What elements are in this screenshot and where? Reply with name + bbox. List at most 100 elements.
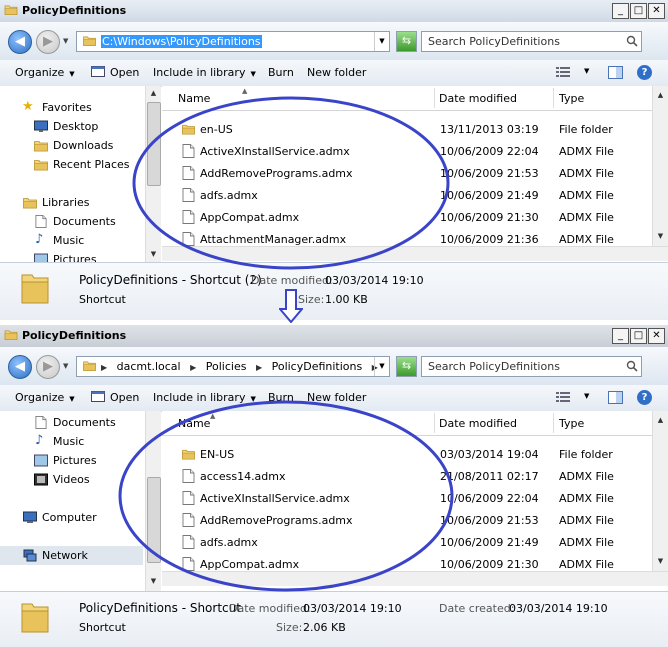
file-icon [182, 144, 195, 158]
burn-button[interactable]: Burn [268, 66, 294, 79]
column-divider[interactable] [553, 413, 554, 433]
maximize-button[interactable]: □ [630, 328, 647, 344]
nav-downloads[interactable]: Downloads [0, 136, 143, 155]
change-view-icon[interactable] [556, 392, 570, 403]
view-dropdown[interactable]: ▼ [584, 67, 589, 75]
nav-libraries[interactable]: Libraries [0, 193, 143, 212]
scroll-up-icon[interactable]: ▲ [653, 88, 668, 103]
table-row[interactable]: adfs.admx 10/06/2009 21:49 ADMX File [162, 531, 652, 553]
nav-pictures[interactable]: Pictures [0, 250, 143, 262]
nav-music[interactable]: ♪ Music [0, 432, 143, 451]
nav-pictures[interactable]: Pictures [0, 451, 143, 470]
column-divider[interactable] [553, 88, 554, 108]
column-type[interactable]: Type [559, 417, 584, 430]
list-scrollbar[interactable]: ▲ ▼ [652, 86, 668, 246]
nav-network[interactable]: Network [0, 546, 143, 565]
search-icon[interactable] [626, 35, 638, 47]
table-row[interactable]: AppCompat.admx 10/06/2009 21:30 ADMX File [162, 206, 652, 228]
address-field[interactable]: ▶ dacmt.local ▶ Policies ▶ PolicyDefinit… [76, 356, 390, 377]
back-button[interactable]: ◀ [8, 355, 32, 379]
nav-desktop[interactable]: Desktop [0, 117, 143, 136]
recent-pages-dropdown[interactable]: ▼ [63, 362, 68, 370]
scroll-thumb[interactable] [147, 102, 161, 186]
scroll-thumb[interactable] [147, 477, 161, 563]
column-divider[interactable] [434, 88, 435, 108]
preview-pane-icon[interactable] [608, 66, 623, 79]
column-date[interactable]: Date modified [439, 417, 517, 430]
file-type: ADMX File [559, 189, 614, 202]
new-folder-button[interactable]: New folder [307, 66, 366, 79]
table-row[interactable]: AddRemovePrograms.admx 10/06/2009 21:53 AD… [162, 162, 652, 184]
table-row[interactable]: en-US 13/11/2013 03:19 File folder [162, 118, 652, 140]
address-field[interactable]: C:\Windows\PolicyDefinitions ▼ [76, 31, 390, 52]
open-button[interactable]: Open [91, 391, 139, 404]
recent-pages-dropdown[interactable]: ▼ [63, 37, 68, 45]
forward-button[interactable]: ▶ [36, 30, 60, 54]
organize-button[interactable]: Organize ▼ [15, 391, 75, 404]
table-row[interactable]: adfs.admx 10/06/2009 21:49 ADMX File [162, 184, 652, 206]
search-input[interactable]: Search PolicyDefinitions [421, 31, 642, 52]
table-row[interactable]: ActiveXInstallService.admx 10/06/2009 22:… [162, 140, 652, 162]
organize-button[interactable]: Organize ▼ [15, 66, 75, 79]
column-date[interactable]: Date modified [439, 92, 517, 105]
nav-documents[interactable]: Documents [0, 413, 143, 432]
column-name[interactable]: Name [178, 92, 210, 105]
help-icon[interactable]: ? [637, 390, 652, 405]
nav-music[interactable]: ♪ Music [0, 231, 143, 250]
nav-favorites[interactable]: ★ Favorites [0, 98, 143, 117]
chevron-down-icon: ▼ [69, 70, 75, 78]
change-view-icon[interactable] [556, 67, 570, 78]
table-row[interactable]: ActiveXInstallService.admx 10/06/2009 22:… [162, 487, 652, 509]
search-input[interactable]: Search PolicyDefinitions [421, 356, 642, 377]
chevron-right-icon[interactable]: ▶ [190, 363, 196, 372]
column-type[interactable]: Type [559, 92, 584, 105]
maximize-button[interactable]: □ [630, 3, 647, 19]
refresh-button[interactable]: ⇆ [396, 31, 417, 52]
burn-button[interactable]: Burn [268, 391, 294, 404]
scroll-down-icon[interactable]: ▼ [653, 554, 668, 569]
table-row[interactable]: AddRemovePrograms.admx 10/06/2009 21:53 AD… [162, 509, 652, 531]
horizontal-scrollbar[interactable] [162, 571, 668, 586]
address-dropdown[interactable]: ▼ [374, 32, 389, 51]
nav-computer[interactable]: Computer [0, 508, 143, 527]
include-in-library-button[interactable]: Include in library ▼ [153, 391, 256, 404]
minimize-button[interactable]: _ [612, 328, 629, 344]
scroll-up-icon[interactable]: ▲ [146, 86, 161, 101]
back-button[interactable]: ◀ [8, 30, 32, 54]
help-icon[interactable]: ? [637, 65, 652, 80]
refresh-button[interactable]: ⇆ [396, 356, 417, 377]
view-dropdown[interactable]: ▼ [584, 392, 589, 400]
horizontal-scrollbar[interactable] [162, 246, 668, 261]
preview-pane-icon[interactable] [608, 391, 623, 404]
open-button[interactable]: Open [91, 66, 139, 79]
table-row[interactable]: EN-US 03/03/2014 19:04 File folder [162, 443, 652, 465]
close-button[interactable]: ✕ [648, 328, 665, 344]
forward-button[interactable]: ▶ [36, 355, 60, 379]
minimize-button[interactable]: _ [612, 3, 629, 19]
scroll-down-icon[interactable]: ▼ [146, 574, 161, 589]
search-icon[interactable] [626, 360, 638, 372]
nav-scrollbar[interactable]: ▼ [145, 411, 161, 591]
close-button[interactable]: ✕ [648, 3, 665, 19]
nav-recent-places[interactable]: Recent Places [0, 155, 143, 174]
column-name[interactable]: Name [178, 417, 210, 430]
scroll-up-icon[interactable]: ▲ [653, 413, 668, 428]
table-row[interactable]: access14.admx 21/08/2011 02:17 ADMX File [162, 465, 652, 487]
nav-videos[interactable]: Videos [0, 470, 143, 489]
documents-icon [34, 416, 48, 429]
chevron-right-icon[interactable]: ▶ [256, 363, 262, 372]
address-dropdown[interactable]: ▼ [374, 357, 389, 376]
breadcrumb-dacmt[interactable]: dacmt.local [117, 360, 181, 373]
breadcrumb-policies[interactable]: Policies [206, 360, 247, 373]
nav-scrollbar[interactable]: ▲ ▼ [145, 86, 161, 262]
nav-documents[interactable]: Documents [0, 212, 143, 231]
new-folder-button[interactable]: New folder [307, 391, 366, 404]
scroll-down-icon[interactable]: ▼ [146, 247, 161, 262]
column-divider[interactable] [434, 413, 435, 433]
include-in-library-button[interactable]: Include in library ▼ [153, 66, 256, 79]
list-scrollbar[interactable]: ▲ ▼ [652, 411, 668, 571]
libraries-icon [23, 196, 37, 209]
address-path[interactable]: C:\Windows\PolicyDefinitions [101, 35, 262, 48]
scroll-down-icon[interactable]: ▼ [653, 229, 668, 244]
breadcrumb-policydefinitions[interactable]: PolicyDefinitions [272, 360, 363, 373]
